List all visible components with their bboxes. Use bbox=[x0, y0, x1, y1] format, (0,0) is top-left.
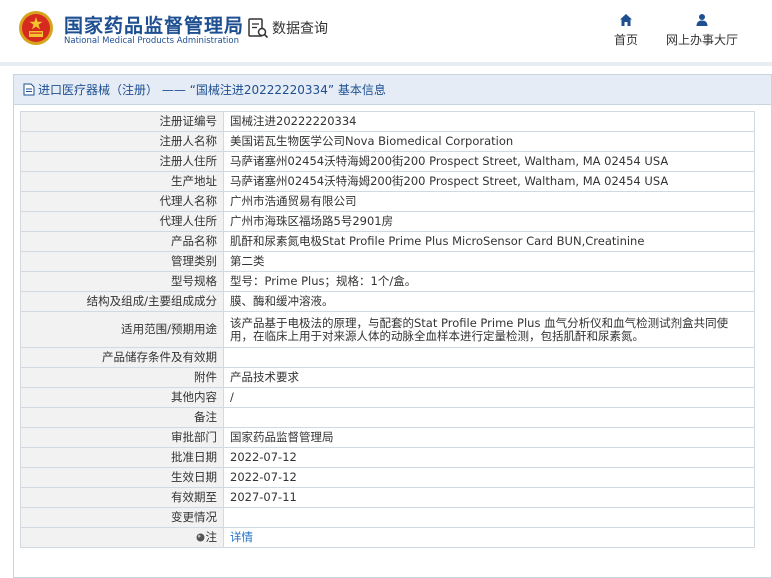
field-label: 注册人住所 bbox=[20, 151, 224, 172]
field-value: 马萨诸塞州02454沃特海姆200街200 Prospect Street, W… bbox=[223, 171, 755, 192]
field-label: 注册人名称 bbox=[20, 131, 224, 152]
table-row: 生效日期 2022-07-12 bbox=[20, 467, 755, 488]
field-label: 批准日期 bbox=[20, 447, 224, 468]
brand-subtitle: National Medical Products Administration bbox=[64, 36, 239, 46]
field-value: / bbox=[223, 387, 755, 408]
field-value: 详情 bbox=[223, 527, 755, 548]
device-info-panel: 进口医疗器械（注册） —— “国械注进20222220334” 基本信息 注册证… bbox=[13, 74, 772, 578]
field-label: 有效期至 bbox=[20, 487, 224, 508]
document-icon bbox=[23, 83, 35, 96]
field-value: 2022-07-12 bbox=[223, 467, 755, 488]
field-value: 产品技术要求 bbox=[223, 367, 755, 388]
table-row: 管理类别 第二类 bbox=[20, 251, 755, 272]
table-row: 注 详情 bbox=[20, 527, 755, 548]
table-row: 生产地址 马萨诸塞州02454沃特海姆200街200 Prospect Stre… bbox=[20, 171, 755, 192]
field-label: 其他内容 bbox=[20, 387, 224, 408]
table-row: 批准日期 2022-07-12 bbox=[20, 447, 755, 468]
field-value: 该产品基于电极法的原理，与配套的Stat Profile Prime Plus … bbox=[223, 311, 755, 348]
table-row: 代理人住所 广州市海珠区福场路5号2901房 bbox=[20, 211, 755, 232]
field-value: 型号：Prime Plus；规格：1个/盒。 bbox=[223, 271, 755, 292]
field-label: 代理人名称 bbox=[20, 191, 224, 212]
table-row: 审批部门 国家药品监督管理局 bbox=[20, 427, 755, 448]
field-value: 肌酐和尿素氮电极Stat Profile Prime Plus MicroSen… bbox=[223, 231, 755, 252]
table-row: 结构及组成/主要组成成分 膜、酶和缓冲溶液。 bbox=[20, 291, 755, 312]
data-query-label: 数据查询 bbox=[272, 21, 328, 37]
field-label: 注册证编号 bbox=[20, 111, 224, 132]
field-label: 生效日期 bbox=[20, 467, 224, 488]
table-row: 其他内容 / bbox=[20, 387, 755, 408]
home-icon bbox=[620, 14, 632, 26]
table-row: 变更情况 bbox=[20, 507, 755, 528]
details-link[interactable]: 详情 bbox=[230, 530, 253, 544]
site-header: 国家药品监督管理局 National Medical Products Admi… bbox=[0, 0, 772, 62]
nav-online-office[interactable]: 网上办事大厅 bbox=[662, 13, 742, 48]
field-label: 产品储存条件及有效期 bbox=[20, 347, 224, 368]
field-label: 管理类别 bbox=[20, 251, 224, 272]
field-label: 结构及组成/主要组成成分 bbox=[20, 291, 224, 312]
field-value: 国械注进20222220334 bbox=[223, 111, 755, 132]
table-row: 注册人住所 马萨诸塞州02454沃特海姆200街200 Prospect Str… bbox=[20, 151, 755, 172]
field-label: 代理人住所 bbox=[20, 211, 224, 232]
field-value bbox=[223, 407, 755, 428]
user-icon bbox=[696, 14, 708, 26]
field-value bbox=[223, 507, 755, 528]
table-row: 备注 bbox=[20, 407, 755, 428]
panel-header: 进口医疗器械（注册） —— “国械注进20222220334” 基本信息 bbox=[14, 75, 771, 105]
field-value: 膜、酶和缓冲溶液。 bbox=[223, 291, 755, 312]
field-value: 2027-07-11 bbox=[223, 487, 755, 508]
table-row: 适用范围/预期用途 该产品基于电极法的原理，与配套的Stat Profile P… bbox=[20, 311, 755, 348]
field-value: 广州市海珠区福场路5号2901房 bbox=[223, 211, 755, 232]
table-row: 有效期至 2027-07-11 bbox=[20, 487, 755, 508]
field-label: 生产地址 bbox=[20, 171, 224, 192]
field-value: 国家药品监督管理局 bbox=[223, 427, 755, 448]
field-label: 产品名称 bbox=[20, 231, 224, 252]
brand-title: 国家药品监督管理局 bbox=[64, 15, 245, 37]
table-row: 型号规格 型号：Prime Plus；规格：1个/盒。 bbox=[20, 271, 755, 292]
table-row: 产品储存条件及有效期 bbox=[20, 347, 755, 368]
field-label: 适用范围/预期用途 bbox=[20, 311, 224, 348]
field-label: 附件 bbox=[20, 367, 224, 388]
table-row: 产品名称 肌酐和尿素氮电极Stat Profile Prime Plus Mic… bbox=[20, 231, 755, 252]
field-value: 美国诺瓦生物医学公司Nova Biomedical Corporation bbox=[223, 131, 755, 152]
field-value: 马萨诸塞州02454沃特海姆200街200 Prospect Street, W… bbox=[223, 151, 755, 172]
field-value bbox=[223, 347, 755, 368]
nav-office-label: 网上办事大厅 bbox=[665, 33, 738, 47]
nav-home[interactable]: 首页 bbox=[604, 13, 648, 48]
panel-title: 进口医疗器械（注册） —— “国械注进20222220334” 基本信息 bbox=[38, 83, 386, 97]
field-label: 审批部门 bbox=[20, 427, 224, 448]
database-search-icon bbox=[248, 18, 269, 39]
header-divider bbox=[0, 62, 772, 66]
field-label: 备注 bbox=[20, 407, 224, 428]
field-value: 广州市浩通贸易有限公司 bbox=[223, 191, 755, 212]
table-row: 代理人名称 广州市浩通贸易有限公司 bbox=[20, 191, 755, 212]
field-value: 2022-07-12 bbox=[223, 447, 755, 468]
field-label: 注 bbox=[205, 530, 218, 544]
nav-home-label: 首页 bbox=[613, 33, 638, 47]
national-emblem bbox=[19, 11, 53, 45]
bullet-icon bbox=[196, 533, 204, 542]
table-row: 注册人名称 美国诺瓦生物医学公司Nova Biomedical Corporat… bbox=[20, 131, 755, 152]
table-row: 注册证编号 国械注进20222220334 bbox=[20, 111, 755, 132]
field-label: 型号规格 bbox=[20, 271, 224, 292]
note-label-cell: 注 bbox=[20, 527, 224, 548]
field-label: 变更情况 bbox=[20, 507, 224, 528]
info-table: 注册证编号 国械注进20222220334 注册人名称 美国诺瓦生物医学公司No… bbox=[20, 111, 755, 548]
data-query-link[interactable]: 数据查询 bbox=[247, 17, 328, 39]
field-value: 第二类 bbox=[223, 251, 755, 272]
table-row: 附件 产品技术要求 bbox=[20, 367, 755, 388]
